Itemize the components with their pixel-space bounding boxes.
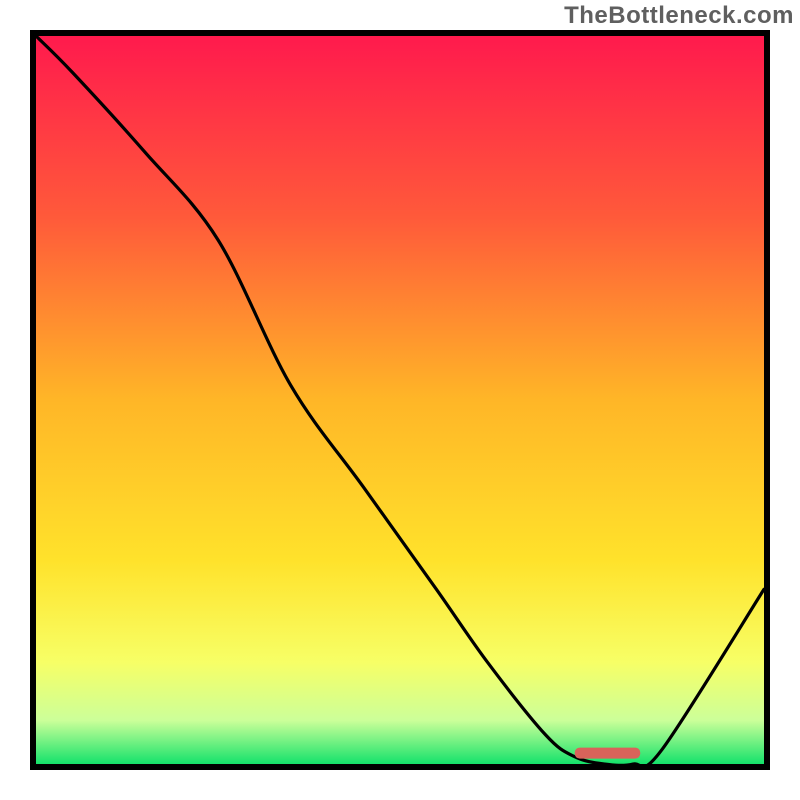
chart-svg xyxy=(0,0,800,800)
optimum-marker xyxy=(575,748,641,759)
gradient-background xyxy=(36,36,764,764)
bottleneck-chart: TheBottleneck.com xyxy=(0,0,800,800)
watermark-text: TheBottleneck.com xyxy=(564,2,794,30)
